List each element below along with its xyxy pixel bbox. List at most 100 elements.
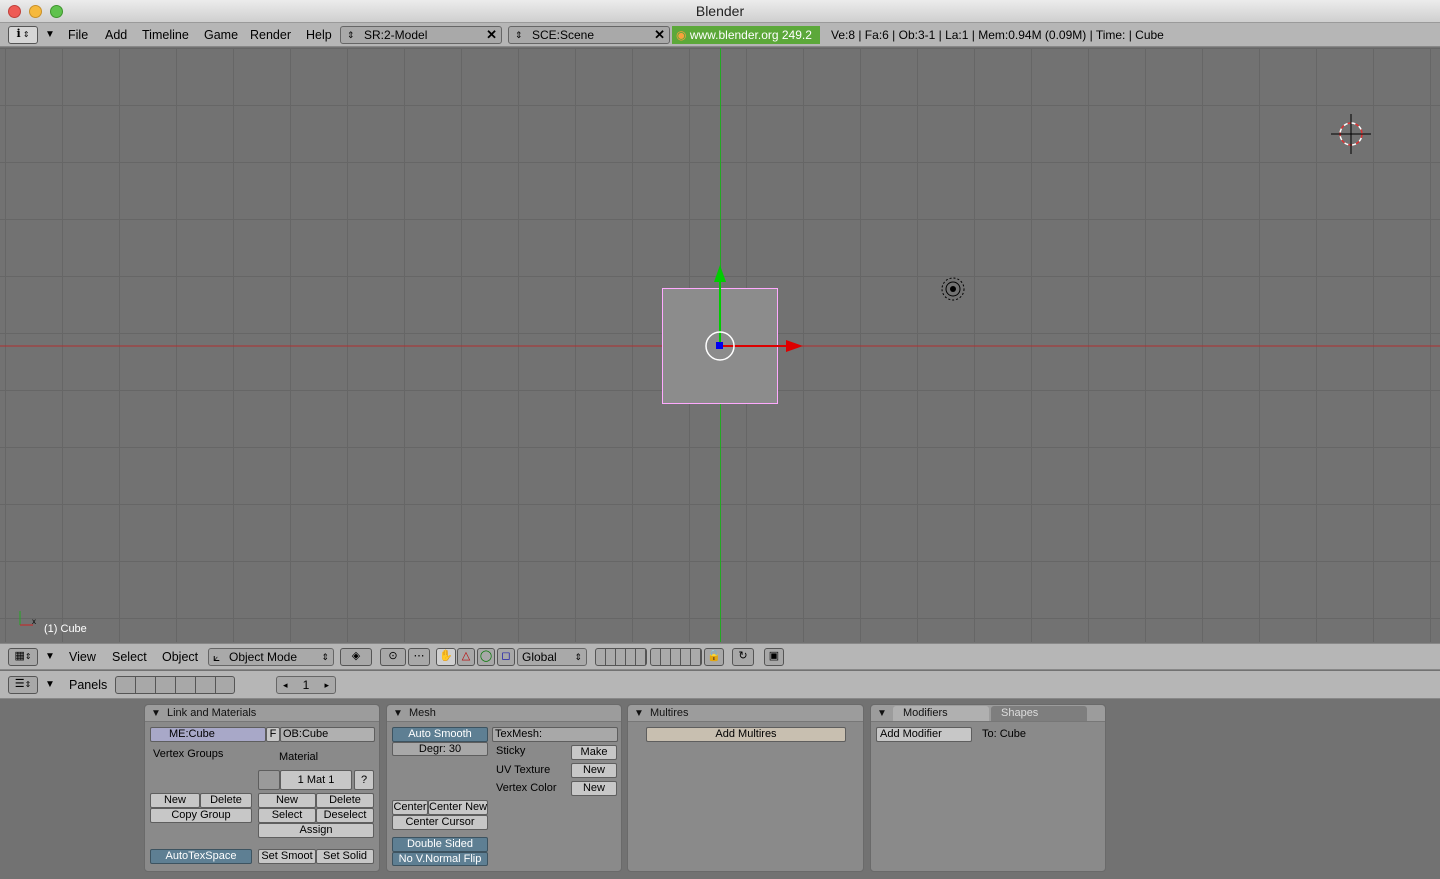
collapse-header-icon[interactable]: ▼ [45,673,55,697]
frame-value: 1 [302,678,310,692]
material-assign-button[interactable]: Assign [258,823,374,838]
no-vnormal-flip-toggle[interactable]: No V.Normal Flip [392,852,488,866]
menu-game[interactable]: Game [204,23,238,47]
orientation-selector[interactable]: Global ⇕ [517,648,587,666]
menu-file[interactable]: File [68,23,88,47]
screen-name: SR:2-Model [364,28,428,42]
uv-texture-new-button[interactable]: New [571,763,617,778]
double-sided-toggle[interactable]: Double Sided [392,837,488,852]
set-smooth-button[interactable]: Set Smoot [258,849,316,864]
vgroup-delete-button[interactable]: Delete [200,793,252,808]
updown-icon: ⇕ [574,652,582,662]
translate-icon[interactable]: △ [457,648,475,666]
scale-icon[interactable]: ◻ [497,648,515,666]
draw-type-icon[interactable]: ◈ [340,648,372,666]
multires-panel: ▼ Multires Add Multires [627,704,864,872]
collapse-icon[interactable]: ▼ [634,705,644,722]
manipulator-toggle-icon[interactable]: ✋ [436,648,456,666]
rotate-icon[interactable]: ◯ [477,648,495,666]
menu-view[interactable]: View [69,645,96,669]
mesh-panel: ▼ Mesh Auto Smooth Degr: 30 TexMesh: Stic… [386,704,622,872]
mode-selector[interactable]: ⟀ Object Mode ⇕ [208,648,334,666]
material-new-button[interactable]: New [258,793,316,808]
link-materials-panel: ▼ Link and Materials ME:Cube F OB:Cube Ve… [144,704,380,872]
center-cursor-button[interactable]: Center Cursor [392,815,488,830]
manip-y-arrowhead [714,265,726,282]
layer-buttons-b[interactable] [650,648,702,666]
menu-add[interactable]: Add [105,23,127,47]
panel-header[interactable]: ▼ Mesh [387,705,621,722]
decrement-icon[interactable]: ◂ [283,677,288,693]
add-modifier-button[interactable]: Add Modifier [876,727,972,742]
tab-modifiers[interactable]: Modifiers [893,706,989,721]
panel-header[interactable]: ▼ Multires [628,705,863,722]
material-select-button[interactable]: Select [258,808,316,823]
autotexspace-toggle[interactable]: AutoTexSpace [150,849,252,864]
tab-shapes[interactable]: Shapes [991,706,1087,721]
set-solid-button[interactable]: Set Solid [316,849,374,864]
lock-icon[interactable]: 🔒 [704,648,724,666]
center-button[interactable]: Center [392,800,428,815]
pivot-icon[interactable]: ⊙ [380,648,406,666]
screen-selector[interactable]: ⇕ SR:2-Model ✕ [340,26,502,44]
menu-timeline[interactable]: Timeline [142,23,189,47]
window-title: Blender [695,3,745,19]
collapse-menu-icon[interactable]: ▼ [45,23,55,47]
minimize-window-icon[interactable] [29,5,42,18]
updown-icon: ⇕ [347,30,355,40]
sticky-make-button[interactable]: Make [571,745,617,760]
object-origin [716,342,723,349]
auto-smooth-toggle[interactable]: Auto Smooth [392,727,488,742]
axis-gizmo-icon: x [19,611,36,626]
fake-user-button[interactable]: F [266,727,280,742]
material-delete-button[interactable]: Delete [316,793,374,808]
delete-scene-icon[interactable]: ✕ [654,27,665,43]
frame-field[interactable]: ◂ 1 ▸ [276,676,336,694]
vgroup-new-button[interactable]: New [150,793,200,808]
center-new-button[interactable]: Center New [428,800,488,815]
render-icon[interactable]: ▣ [764,648,784,666]
3d-viewport[interactable]: x (1) Cube [0,48,1440,642]
scene-selector[interactable]: ⇕ SCE:Scene ✕ [508,26,670,44]
updown-icon: ⇕ [321,652,329,662]
collapse-icon[interactable]: ▼ [877,705,887,722]
sticky-label: Sticky [496,745,526,757]
context-tabs[interactable] [115,676,235,694]
material-deselect-button[interactable]: Deselect [316,808,374,823]
menu-help[interactable]: Help [306,23,332,47]
panel-title: Multires [650,707,689,719]
menu-object[interactable]: Object [162,645,198,669]
version-badge: ◉ www.blender.org 249.2 [672,26,820,44]
object-name-field[interactable]: OB:Cube [280,727,375,742]
material-index-field[interactable]: 1 Mat 1 [280,770,352,790]
menu-select[interactable]: Select [112,645,147,669]
manip-x-arrowhead [786,340,803,352]
mesh-name-field[interactable]: ME:Cube [150,727,266,742]
degree-field[interactable]: Degr: 30 [392,742,488,756]
grid-editor-icon[interactable]: ▦⇕ [8,648,38,666]
increment-icon[interactable]: ▸ [324,677,329,693]
layer-lock-icon[interactable]: ⋯ [408,648,430,666]
editor-type-info-icon[interactable]: i ⇕ [8,26,38,44]
material-color-swatch[interactable] [258,770,280,790]
texmesh-field[interactable]: TexMesh: [492,727,618,742]
material-help-button[interactable]: ? [354,770,374,790]
viewport-canvas[interactable]: x [0,48,1440,642]
add-multires-button[interactable]: Add Multires [646,727,846,742]
menu-render[interactable]: Render [250,23,291,47]
collapse-header-icon[interactable]: ▼ [45,645,55,669]
material-label: Material [279,751,319,763]
collapse-icon[interactable]: ▼ [151,705,161,722]
vertex-color-new-button[interactable]: New [571,781,617,796]
collapse-icon[interactable]: ▼ [393,705,403,722]
delete-screen-icon[interactable]: ✕ [486,27,497,43]
buttons-editor-icon[interactable]: ☰⇕ [8,676,38,694]
zoom-window-icon[interactable] [50,5,63,18]
close-window-icon[interactable] [8,5,21,18]
opengl-render-icon[interactable]: ↻ [732,648,754,666]
modifiers-panel: ▼ Modifiers Shapes Add Modifier To: Cube [870,704,1106,872]
panel-header[interactable]: ▼ Link and Materials [145,705,379,722]
copy-group-button[interactable]: Copy Group [150,808,252,823]
layer-buttons-a[interactable] [595,648,647,666]
panel-header[interactable]: ▼ Modifiers Shapes [871,705,1105,722]
